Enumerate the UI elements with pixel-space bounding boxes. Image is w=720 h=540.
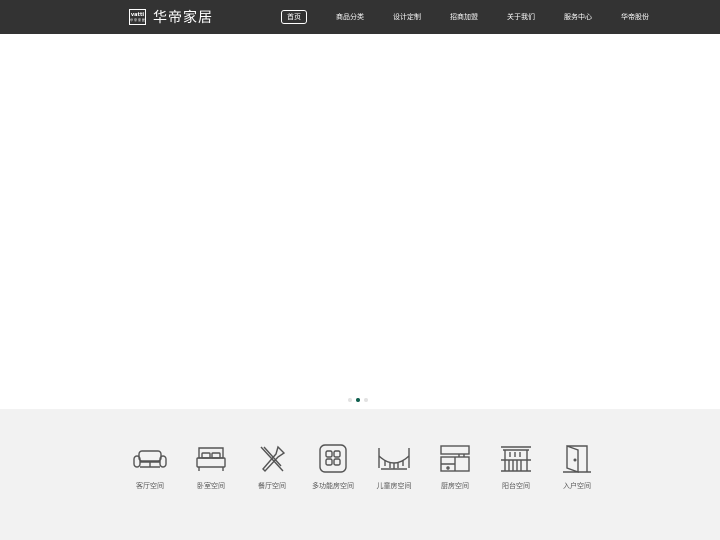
- space-entrance[interactable]: 入户空间: [547, 444, 607, 491]
- space-label: 客厅空间: [136, 482, 164, 490]
- carousel-dot-3[interactable]: [364, 398, 368, 402]
- space-label: 卧室空间: [197, 482, 225, 490]
- space-categories: 客厅空间 卧室空间 餐厅空间 多功能房空间 儿童房空间 厨房空间 阳台空间 入户…: [0, 409, 720, 540]
- space-dining-room[interactable]: 餐厅空间: [242, 444, 302, 491]
- space-kitchen[interactable]: 厨房空间: [425, 444, 485, 491]
- door-icon: [563, 445, 591, 473]
- logo-mark-subtext: 华 帝 家 居: [130, 17, 145, 22]
- nav-item-design[interactable]: 设计定制: [393, 10, 421, 24]
- carousel-pagination: [348, 398, 368, 402]
- space-balcony[interactable]: 阳台空间: [486, 444, 546, 491]
- fork-knife-icon: [260, 445, 286, 473]
- space-label: 入户空间: [563, 482, 591, 490]
- crib-icon: [378, 448, 410, 470]
- space-label: 多功能房空间: [312, 482, 354, 490]
- brand-name: 华帝家居: [153, 10, 213, 26]
- balcony-icon: [501, 446, 531, 472]
- nav-item-franchise[interactable]: 招商加盟: [450, 10, 478, 24]
- nav-item-home[interactable]: 首页: [281, 10, 307, 24]
- sofa-icon: [133, 450, 167, 468]
- logo-mark: vatti 华 帝 家 居: [129, 9, 146, 25]
- space-label: 儿童房空间: [376, 482, 412, 490]
- kitchen-icon: [440, 445, 470, 472]
- hero-carousel[interactable]: [0, 34, 720, 409]
- brand-logo[interactable]: vatti 华 帝 家 居 华帝家居: [129, 8, 213, 26]
- nav-item-about[interactable]: 关于我们: [507, 10, 535, 24]
- carousel-dot-2[interactable]: [356, 398, 360, 402]
- grid-icon: [319, 444, 347, 473]
- bed-icon: [196, 447, 226, 471]
- space-multifunction-room[interactable]: 多功能房空间: [303, 444, 363, 491]
- space-kids-room[interactable]: 儿童房空间: [364, 444, 424, 491]
- carousel-dot-1[interactable]: [348, 398, 352, 402]
- top-nav-bar: vatti 华 帝 家 居 华帝家居 首页 商品分类 设计定制 招商加盟 关于我…: [0, 0, 720, 34]
- space-label: 餐厅空间: [258, 482, 286, 490]
- space-label: 厨房空间: [441, 482, 469, 490]
- space-bedroom[interactable]: 卧室空间: [181, 444, 241, 491]
- space-label: 阳台空间: [502, 482, 530, 490]
- logo-mark-text: vatti: [130, 11, 145, 18]
- nav-item-service[interactable]: 服务中心: [564, 10, 592, 24]
- nav-item-corporate[interactable]: 华帝股份: [621, 10, 649, 24]
- nav-item-products[interactable]: 商品分类: [336, 10, 364, 24]
- space-living-room[interactable]: 客厅空间: [120, 444, 180, 491]
